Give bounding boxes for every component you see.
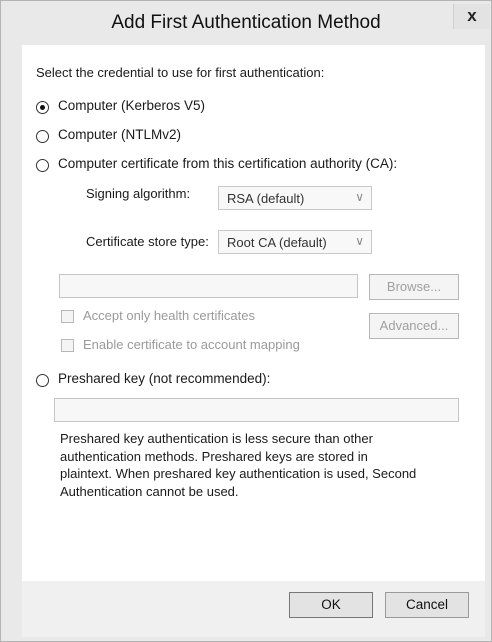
ok-button[interactable]: OK bbox=[289, 592, 373, 618]
chevron-down-icon: ∨ bbox=[355, 190, 364, 204]
preshared-key-field[interactable] bbox=[54, 398, 459, 422]
signing-algorithm-value: RSA (default) bbox=[227, 191, 305, 206]
option-certificate-label[interactable]: Computer certificate from this certifica… bbox=[58, 156, 397, 171]
account-mapping-checkbox[interactable] bbox=[61, 339, 74, 352]
title-bar[interactable]: Add First Authentication Method x bbox=[1, 1, 491, 45]
account-mapping-label[interactable]: Enable certificate to account mapping bbox=[83, 337, 300, 352]
radio-ntlm[interactable] bbox=[36, 130, 49, 143]
radio-kerberos[interactable] bbox=[36, 101, 49, 114]
option-kerberos-label[interactable]: Computer (Kerberos V5) bbox=[58, 98, 205, 113]
health-certificates-checkbox[interactable] bbox=[61, 310, 74, 323]
chevron-down-icon: ∨ bbox=[355, 234, 364, 248]
signing-algorithm-select[interactable]: RSA (default) ∨ bbox=[218, 186, 372, 210]
instruction-text: Select the credential to use for first a… bbox=[36, 65, 325, 80]
radio-selected-dot bbox=[40, 105, 45, 110]
signing-algorithm-label: Signing algorithm: bbox=[86, 186, 191, 201]
option-ntlm-label[interactable]: Computer (NTLMv2) bbox=[58, 127, 181, 142]
health-certificates-label[interactable]: Accept only health certificates bbox=[83, 308, 255, 323]
ca-name-field[interactable] bbox=[59, 274, 358, 298]
certificate-store-value: Root CA (default) bbox=[227, 235, 327, 250]
radio-certificate[interactable] bbox=[36, 159, 49, 172]
preshared-warning-text: Preshared key authentication is less sec… bbox=[60, 431, 417, 499]
advanced-button[interactable]: Advanced... bbox=[369, 313, 459, 339]
option-preshared-label[interactable]: Preshared key (not recommended): bbox=[58, 371, 270, 386]
browse-button[interactable]: Browse... bbox=[369, 274, 459, 300]
certificate-store-label: Certificate store type: bbox=[86, 234, 209, 249]
dialog-window: Add First Authentication Method x Select… bbox=[0, 0, 492, 642]
radio-preshared-key[interactable] bbox=[36, 374, 49, 387]
cancel-button[interactable]: Cancel bbox=[385, 592, 469, 618]
certificate-store-select[interactable]: Root CA (default) ∨ bbox=[218, 230, 372, 254]
dialog-title: Add First Authentication Method bbox=[111, 12, 381, 33]
close-icon: x bbox=[467, 6, 477, 25]
close-button[interactable]: x bbox=[453, 4, 490, 29]
